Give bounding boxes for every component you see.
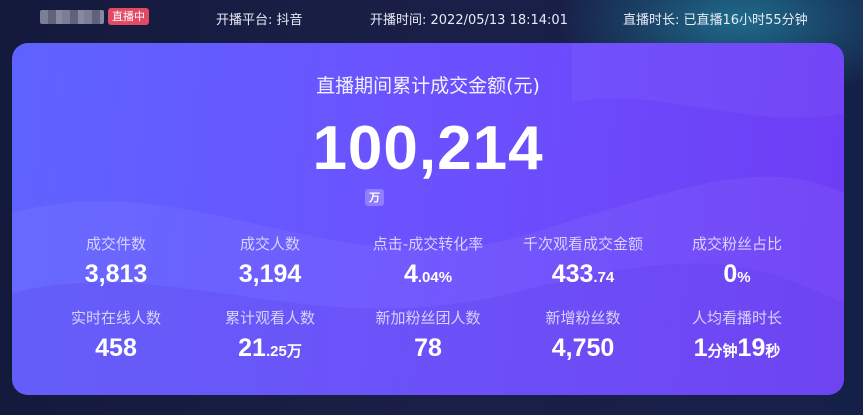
metric-conversion-rate: 点击-成交转化率 4.04% bbox=[348, 233, 508, 289]
metric-total-viewers: 累计观看人数 21.25万 bbox=[190, 307, 350, 363]
metric-value: 4,750 bbox=[551, 334, 615, 362]
metric-value: 1分钟19秒 bbox=[693, 334, 781, 362]
metric-value: 4.04% bbox=[403, 260, 453, 288]
blurred-streamer-name bbox=[40, 10, 104, 24]
metric-value: 3,194 bbox=[238, 260, 302, 288]
metric-label: 成交粉丝占比 bbox=[691, 235, 782, 253]
top-bar: 直播中 开播平台: 抖音 开播时间: 2022/05/13 18:14:01 直… bbox=[0, 0, 863, 36]
metric-new-fans: 新增粉丝数 4,750 bbox=[503, 307, 663, 363]
total-sales-value: 100,214 bbox=[312, 114, 544, 183]
unit-badge: 万 bbox=[365, 189, 384, 206]
total-sales-title: 直播期间累计成交金额(元) bbox=[316, 75, 540, 97]
metric-fan-ratio: 成交粉丝占比 0% bbox=[657, 233, 817, 289]
live-status-badge: 直播中 bbox=[108, 8, 149, 25]
metric-label: 累计观看人数 bbox=[224, 309, 315, 327]
metric-label: 成交人数 bbox=[239, 235, 300, 253]
metric-value: 78 bbox=[414, 334, 442, 362]
metric-online-viewers: 实时在线人数 458 bbox=[36, 307, 196, 363]
metric-label: 成交件数 bbox=[85, 235, 146, 253]
start-time-info: 开播时间: 2022/05/13 18:14:01 bbox=[370, 13, 568, 28]
metric-label: 新加粉丝团人数 bbox=[375, 309, 481, 327]
metric-avg-watch-time: 人均看播时长 1分钟19秒 bbox=[657, 307, 817, 363]
platform-info: 开播平台: 抖音 bbox=[216, 13, 303, 28]
metric-value: 0% bbox=[723, 260, 751, 288]
metric-value: 458 bbox=[95, 334, 137, 362]
metric-new-fan-club: 新加粉丝团人数 78 bbox=[348, 307, 508, 363]
duration-info: 直播时长: 已直播16小时55分钟 bbox=[623, 13, 808, 28]
metric-label: 实时在线人数 bbox=[70, 309, 161, 327]
metric-label: 千次观看成交金额 bbox=[522, 235, 643, 253]
metric-orders: 成交件数 3,813 bbox=[36, 233, 196, 289]
metric-label: 人均看播时长 bbox=[691, 309, 782, 327]
metric-buyers: 成交人数 3,194 bbox=[190, 233, 350, 289]
metric-gpm: 千次观看成交金额 433.74 bbox=[503, 233, 663, 289]
metric-label: 新增粉丝数 bbox=[545, 309, 621, 327]
live-stats-card: 直播期间累计成交金额(元) 100,214 万 成交件数 3,813 成交人数 … bbox=[12, 43, 844, 395]
metric-value: 3,813 bbox=[84, 260, 148, 288]
metric-label: 点击-成交转化率 bbox=[372, 235, 484, 253]
metric-value: 433.74 bbox=[551, 260, 615, 288]
metric-value: 21.25万 bbox=[238, 334, 302, 362]
